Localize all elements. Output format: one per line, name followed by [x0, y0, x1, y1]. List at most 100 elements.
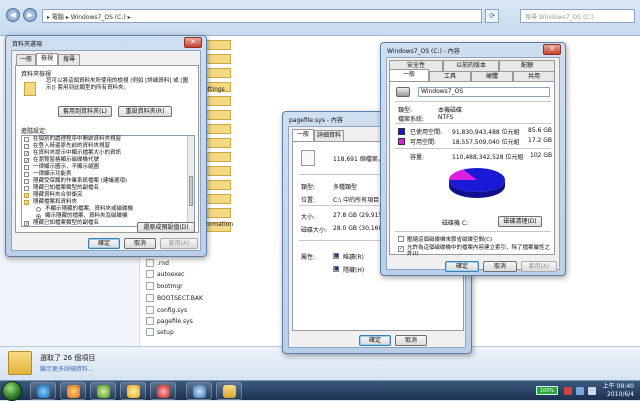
file-name: formation — [204, 220, 234, 228]
file-icon — [146, 282, 154, 290]
file-name: ettings — [204, 85, 225, 93]
free-space-size: 17.2 GB — [528, 137, 553, 144]
tab-details[interactable]: 詳細資料 — [314, 130, 344, 141]
index-label: 允許為這個磁碟機中的檔案內容建立索引，除了檔案屬性之外(I) — [407, 245, 551, 257]
taskbar-ie[interactable] — [30, 382, 56, 400]
radio-button[interactable] — [36, 214, 41, 219]
cancel-button[interactable]: 取消 — [124, 238, 156, 249]
checkbox[interactable] — [24, 144, 29, 149]
list-item[interactable]: .rnd — [146, 258, 169, 268]
taskbar-app[interactable] — [150, 382, 176, 400]
setting-label: 隱藏已知檔案類型的副檔名 — [33, 185, 100, 191]
folder-options-dialog: 資料夾選項 ✕ 一般 檢視 搜尋 資料夾檢視 您可以將這個資料夾所使用的檢視 (… — [5, 35, 207, 257]
refresh-icon[interactable]: ⟳ — [485, 9, 499, 23]
tab-quota[interactable]: 配額 — [499, 60, 555, 71]
battery-icon[interactable]: 100% — [536, 386, 558, 395]
cancel-button[interactable]: 取消 — [395, 335, 427, 346]
free-space-label: 可用空間: — [410, 139, 437, 146]
tab-general[interactable]: 一般 — [16, 54, 36, 65]
list-item[interactable]: bootmgr — [146, 281, 183, 291]
list-item[interactable]: ettings — [204, 84, 225, 94]
restore-defaults-button[interactable]: 還原成預設值(D) — [137, 222, 195, 233]
file-name: autoexec — [157, 270, 185, 278]
forward-arrow-icon[interactable]: ▶ — [23, 8, 37, 22]
setting-label: 在資料夾提示中顯示檔案大小的資訊 — [33, 150, 122, 156]
list-item[interactable]: pagefile.sys — [146, 316, 193, 326]
close-icon[interactable]: ✕ — [543, 44, 561, 55]
show-details-link[interactable]: 顯示更多詳細資料... — [40, 364, 94, 373]
back-arrow-icon[interactable]: ◀ — [6, 8, 20, 22]
start-button[interactable] — [2, 381, 22, 401]
type-label: 類型: — [398, 107, 413, 114]
checkbox[interactable] — [24, 165, 29, 170]
file-name: pagefile.sys — [157, 317, 193, 325]
tab-general[interactable]: 一般 — [292, 129, 314, 141]
list-item[interactable]: BOOTSECT.BAK — [146, 293, 203, 303]
checkbox[interactable]: ✓ — [24, 158, 29, 164]
ok-button[interactable]: 確定 — [359, 335, 391, 346]
tab-search[interactable]: 搜尋 — [58, 54, 80, 65]
ok-button[interactable]: 確定 — [445, 261, 479, 272]
tab-view[interactable]: 檢視 — [36, 53, 58, 65]
ok-button[interactable]: 確定 — [88, 238, 120, 249]
taskbar-explorer[interactable] — [216, 382, 242, 400]
readonly-checkbox[interactable]: ■ — [333, 253, 339, 259]
compress-checkbox[interactable] — [398, 236, 404, 242]
list-item[interactable]: autoexec — [146, 269, 184, 279]
hidden-checkbox[interactable]: ■ — [333, 266, 339, 272]
folder-icon — [24, 193, 29, 198]
checkbox[interactable] — [24, 172, 29, 177]
reset-folders-button[interactable]: 重設資料夾(R) — [118, 106, 172, 117]
folder-icon — [24, 82, 36, 96]
list-item[interactable]: formation — [204, 219, 233, 229]
app-icon — [157, 385, 170, 398]
hidden-label: 隱藏(H) — [343, 267, 365, 274]
media-player-icon — [67, 385, 80, 398]
taskbar-media-player[interactable] — [60, 382, 86, 400]
index-checkbox[interactable]: ✓ — [398, 246, 404, 252]
search-input[interactable]: 搜尋 Windows7_OS (C:) — [520, 9, 635, 23]
file-name: .rnd — [157, 259, 169, 267]
list-item[interactable]: config.sys — [146, 305, 187, 315]
checkbox[interactable]: ✓ — [24, 151, 29, 157]
scrollbar[interactable] — [187, 136, 194, 226]
used-space-bytes: 91,830,943,488 位元組 — [452, 129, 520, 136]
clock[interactable]: 上午 09:40 2010/6/4 — [603, 383, 634, 399]
setting-label: 一律顯示圖示，不顯示縮圖 — [33, 164, 100, 170]
file-name: config.sys — [157, 306, 188, 314]
checkbox[interactable]: ✓ — [24, 221, 29, 227]
file-icon — [146, 259, 154, 267]
apply-button[interactable]: 套用(A) — [521, 261, 557, 272]
tray-icon[interactable] — [564, 387, 572, 395]
checkbox[interactable] — [24, 137, 29, 142]
apply-button[interactable]: 套用(A) — [160, 238, 198, 249]
cancel-button[interactable]: 取消 — [483, 261, 517, 272]
address-bar[interactable]: ▸ 電腦 ▸ Windows7_OS (C:) ▸ — [42, 9, 482, 23]
scrollbar-thumb[interactable] — [189, 176, 193, 206]
close-icon[interactable]: ✕ — [184, 37, 202, 48]
drive-name-input[interactable]: Windows7_OS — [418, 87, 550, 97]
radio-button[interactable] — [36, 207, 41, 212]
checkbox[interactable] — [24, 186, 29, 191]
setting-label: 在瀏覽窗格顯示磁碟機代號 — [33, 157, 100, 163]
view-tab-panel: 資料夾檢視 您可以將這個資料夾所使用的檢視 (例如 [詳細資料] 或 [圖示])… — [15, 65, 199, 233]
taskbar-app[interactable] — [90, 382, 116, 400]
folder-views-description: 您可以將這個資料夾所使用的檢視 (例如 [詳細資料] 或 [圖示]) 套用到此類… — [46, 78, 189, 91]
tab-previous-versions[interactable]: 以前的版本 — [443, 60, 499, 71]
taskbar-app[interactable] — [186, 382, 212, 400]
setting-label: 隱藏已知檔案類型的副檔名 — [33, 220, 100, 226]
setting-label: 一律顯示功能表 — [33, 171, 72, 177]
list-item[interactable]: setup — [146, 327, 174, 337]
disk-cleanup-button[interactable]: 磁碟清理(D) — [498, 216, 542, 227]
advanced-settings-label: 進階設定: — [21, 128, 48, 135]
taskbar-messenger[interactable] — [120, 382, 146, 400]
volume-icon[interactable] — [588, 387, 596, 395]
apply-to-folders-button[interactable]: 套用到資料夾(L) — [58, 106, 112, 117]
network-icon[interactable] — [576, 387, 584, 395]
advanced-settings-list[interactable]: 在個別的處理程序中開啟資料夾視窗 在登入時還原先前的資料夾視窗 ✓ 在資料夾提示中顯示… — [21, 135, 195, 227]
disk-usage-pie — [449, 168, 505, 198]
checkbox[interactable] — [24, 179, 29, 184]
tab-general[interactable]: 一般 — [389, 69, 429, 81]
used-space-size: 85.6 GB — [528, 127, 553, 134]
explorer-toolbar: ◀ ▶ ▸ 電腦 ▸ Windows7_OS (C:) ▸ ⟳ 搜尋 Windo… — [0, 0, 640, 36]
